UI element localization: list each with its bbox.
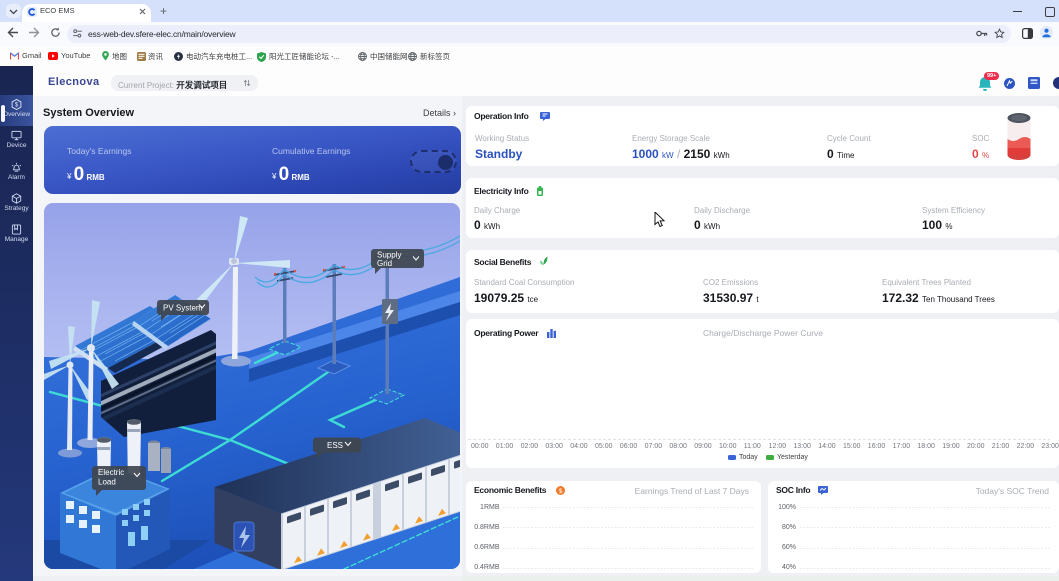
svg-text:Load: Load (98, 478, 116, 487)
svg-text:Electric: Electric (98, 468, 124, 477)
svg-text:PV System: PV System (163, 304, 203, 313)
svg-text:ESS: ESS (327, 441, 343, 450)
svg-text:Grid: Grid (377, 259, 392, 268)
svg-text:$: $ (15, 103, 19, 109)
